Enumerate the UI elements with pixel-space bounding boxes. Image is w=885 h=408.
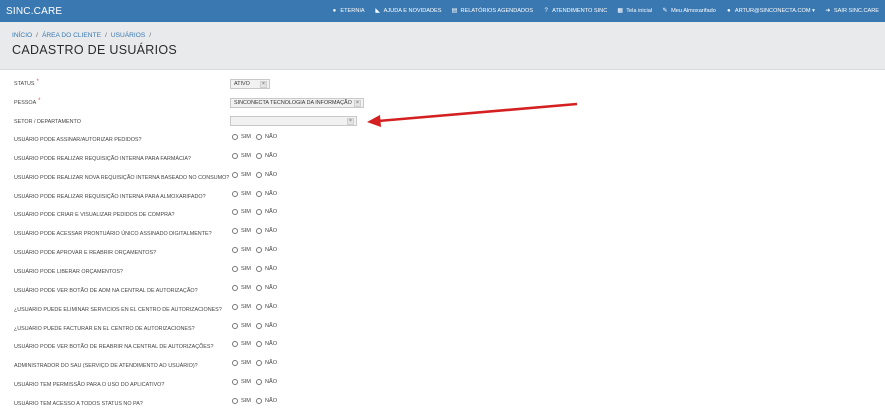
arrow-head <box>367 115 381 127</box>
arrow-line <box>377 102 578 123</box>
annotation-arrow <box>367 102 578 127</box>
